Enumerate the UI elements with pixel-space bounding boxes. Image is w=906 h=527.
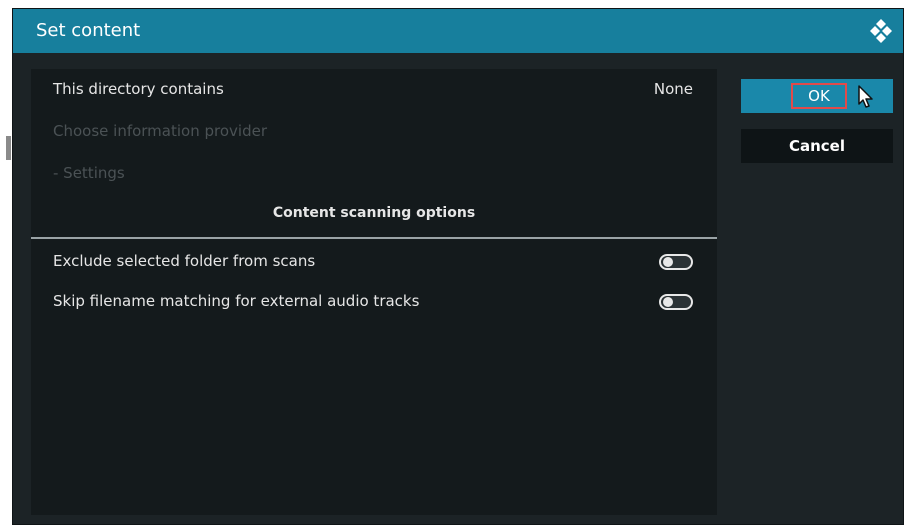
section-divider [31, 237, 717, 239]
ok-highlight-box: OK [791, 83, 847, 109]
mouse-pointer-icon [858, 85, 873, 108]
title-bar: Set content [13, 9, 903, 53]
row-label: Exclude selected folder from scans [53, 252, 316, 270]
toggle-knob [663, 257, 673, 267]
edge-scroll-indicator [6, 136, 11, 160]
ok-button[interactable]: OK [741, 79, 893, 113]
toggle-knob [663, 297, 673, 307]
toggle-off-icon[interactable] [659, 254, 693, 270]
set-content-dialog: Set content This directory contains None… [12, 8, 904, 525]
cancel-button[interactable]: Cancel [741, 129, 893, 163]
kodi-logo-icon [870, 19, 892, 43]
settings-list-panel: This directory contains None Choose info… [31, 69, 717, 515]
toggle-off-icon[interactable] [659, 294, 693, 310]
row-exclude-folder[interactable]: Exclude selected folder from scans [31, 241, 717, 283]
row-settings: - Settings [31, 153, 717, 195]
section-header: Content scanning options [272, 205, 476, 221]
row-choose-information-provider: Choose information provider [31, 111, 717, 153]
row-label: Skip filename matching for external audi… [53, 292, 420, 310]
row-skip-filename-matching[interactable]: Skip filename matching for external audi… [31, 281, 717, 323]
row-label: Choose information provider [53, 122, 267, 140]
row-label: - Settings [53, 164, 125, 182]
dialog-title: Set content [36, 20, 141, 41]
row-directory-contains[interactable]: This directory contains None [31, 69, 717, 111]
row-value: None [653, 80, 693, 98]
row-label: This directory contains [53, 80, 224, 98]
